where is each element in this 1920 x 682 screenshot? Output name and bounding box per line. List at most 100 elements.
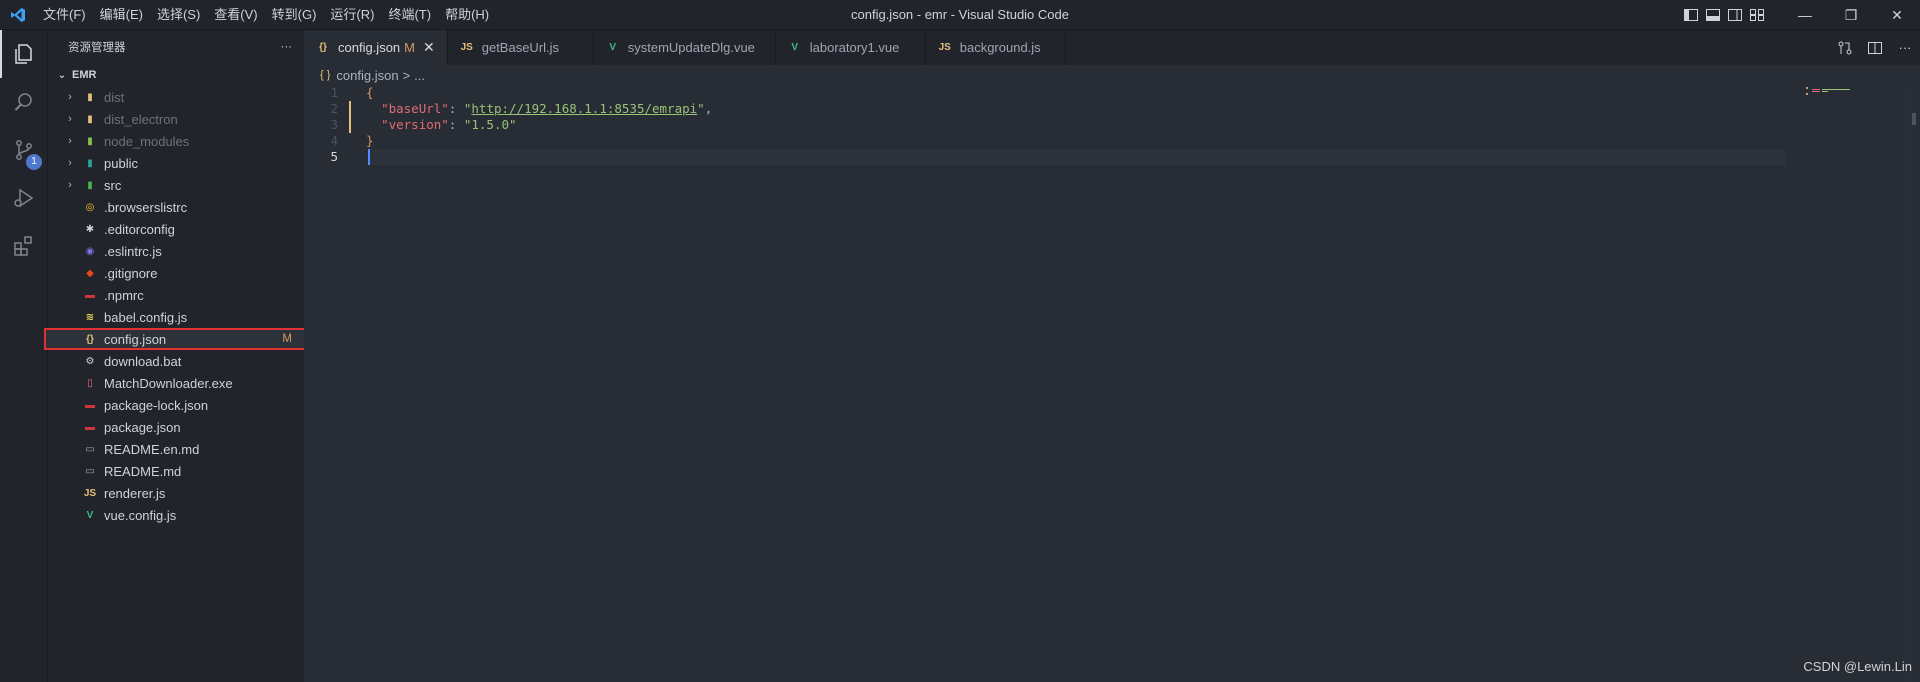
minimize-icon[interactable]: — <box>1782 0 1828 30</box>
title-bar: 文件(F) 编辑(E) 选择(S) 查看(V) 转到(G) 运行(R) 终端(T… <box>0 0 1920 30</box>
editorconfig-icon: ✱ <box>85 223 95 235</box>
tree-file-gitignore[interactable]: ◆ .gitignore <box>48 262 304 284</box>
json-key: "baseUrl" <box>381 101 449 116</box>
menu-run[interactable]: 运行(R) <box>323 0 381 30</box>
breadcrumb-more[interactable]: ... <box>414 68 425 83</box>
json-icon: {} <box>86 333 94 345</box>
tree-item-label: .eslintrc.js <box>104 243 162 259</box>
search-icon[interactable] <box>0 78 48 126</box>
tree-file-download-bat[interactable]: ⚙ download.bat <box>48 350 304 372</box>
tree-item-label: node_modules <box>104 133 190 149</box>
tree-file-npmrc[interactable]: ▬ .npmrc <box>48 284 304 306</box>
explorer-icon[interactable] <box>0 30 48 78</box>
tree-file-package-lock-json[interactable]: ▬ package-lock.json <box>48 394 304 416</box>
tree-item-label: package-lock.json <box>104 397 209 413</box>
tab-label: systemUpdateDlg.vue <box>627 40 755 55</box>
menu-help[interactable]: 帮助(H) <box>438 0 496 30</box>
tab-laboratory1-vue[interactable]: V laboratory1.vue <box>776 30 926 65</box>
tree-item-label: download.bat <box>104 353 182 369</box>
tree-file-readme-en-md[interactable]: ▭ README.en.md <box>48 438 304 460</box>
code-line: 3 "version": "1.5.0" <box>304 117 1920 133</box>
vertical-scrollbar[interactable] <box>1906 85 1920 682</box>
menu-bar: 文件(F) 编辑(E) 选择(S) 查看(V) 转到(G) 运行(R) 终端(T… <box>36 0 496 30</box>
vscode-logo-icon <box>0 0 36 30</box>
json-brace: { <box>366 85 374 100</box>
json-url-value[interactable]: http://192.168.1.1:8535/emrapi <box>471 101 697 116</box>
menu-go[interactable]: 转到(G) <box>265 0 324 30</box>
tree-file-vue-config-js[interactable]: Vvue.config.js <box>48 504 304 526</box>
chevron-right-icon: › <box>68 157 72 169</box>
tree-folder-dist-electron[interactable]: › ▮ dist_electron <box>48 108 304 130</box>
tree-item-label: package.json <box>104 419 181 435</box>
json-brace: } <box>366 133 374 148</box>
tab-getbaseurl-js[interactable]: JS getBaseUrl.js <box>448 30 594 65</box>
menu-file[interactable]: 文件(F) <box>36 0 93 30</box>
menu-terminal[interactable]: 终端(T) <box>381 0 438 30</box>
browserslist-icon: ◎ <box>85 201 95 213</box>
json-comma: , <box>704 101 713 116</box>
explorer-header: 资源管理器 ··· <box>48 30 304 64</box>
tree-file-package-json[interactable]: ▬ package.json <box>48 416 304 438</box>
menu-view[interactable]: 查看(V) <box>207 0 264 30</box>
tree-folder-src[interactable]: › ▮ src <box>48 174 304 196</box>
vue-icon: V <box>609 42 617 53</box>
tree-file-eslintrc-js[interactable]: ◉ .eslintrc.js <box>48 240 304 262</box>
tab-config-json[interactable]: {} config.json M ✕ <box>304 30 448 65</box>
run-debug-icon[interactable] <box>0 174 48 222</box>
public-folder-icon: ▮ <box>87 157 93 169</box>
markdown-icon: ▭ <box>85 443 95 455</box>
restore-icon[interactable]: ❐ <box>1828 0 1874 30</box>
close-icon[interactable]: ✕ <box>423 39 435 56</box>
tree-file-browserslistrc[interactable]: ◎ .browserslistrc <box>48 196 304 218</box>
file-tree: › ▮ dist › ▮ dist_electron › ▮ node_modules › ▮ pub… <box>44 86 308 526</box>
tree-item-label: src <box>104 177 122 193</box>
code-line: 4 } <box>304 133 1920 149</box>
markdown-icon: ▭ <box>85 465 95 477</box>
scm-badge: 1 <box>26 154 42 170</box>
extensions-icon[interactable] <box>0 222 48 270</box>
workspace-root[interactable]: ⌄ EMR <box>48 64 304 86</box>
close-window-icon[interactable]: ✕ <box>1874 0 1920 30</box>
customize-layout-icon[interactable] <box>1746 0 1768 30</box>
code-line: 1 { <box>304 85 1920 101</box>
js-icon: JS <box>460 42 473 53</box>
breadcrumb-file[interactable]: config.json <box>336 68 398 83</box>
npm-icon: ▬ <box>85 399 95 411</box>
menu-selection[interactable]: 选择(S) <box>150 0 207 30</box>
tree-folder-dist[interactable]: › ▮ dist <box>48 86 304 108</box>
tab-background-js[interactable]: JS background.js <box>926 30 1066 65</box>
tree-file-config-json[interactable]: {} config.json M <box>44 328 308 350</box>
more-actions-icon[interactable]: ··· <box>281 41 293 53</box>
json-icon: { } <box>320 69 331 81</box>
babel-icon: ≋ <box>85 311 95 323</box>
menu-edit[interactable]: 编辑(E) <box>93 0 150 30</box>
scrollbar-marker <box>1912 113 1916 125</box>
json-quote: " <box>697 101 705 116</box>
tree-item-label: README.en.md <box>104 441 200 457</box>
chevron-right-icon: › <box>68 135 72 147</box>
open-changes-icon[interactable] <box>1830 40 1860 56</box>
tree-file-editorconfig[interactable]: ✱ .editorconfig <box>48 218 304 240</box>
tree-file-renderer-js[interactable]: JS renderer.js <box>48 482 304 504</box>
tree-item-label: vue.config.js <box>104 507 177 523</box>
tree-folder-node-modules[interactable]: › ▮ node_modules <box>48 130 304 152</box>
toggle-sidebar-icon[interactable] <box>1680 0 1702 30</box>
workspace-root-label: EMR <box>72 69 97 81</box>
minimap[interactable] <box>1806 85 1906 115</box>
source-control-icon[interactable]: 1 <box>0 126 48 174</box>
toggle-panel-icon[interactable] <box>1702 0 1724 30</box>
tab-systemupdatedlg-vue[interactable]: V systemUpdateDlg.vue <box>594 30 776 65</box>
tab-label: getBaseUrl.js <box>481 40 560 55</box>
tree-file-babel-config-js[interactable]: ≋ babel.config.js <box>48 306 304 328</box>
more-actions-icon[interactable]: ··· <box>1890 40 1920 55</box>
src-folder-icon: ▮ <box>87 179 93 191</box>
tree-file-matchdownloader-exe[interactable]: ▯ MatchDownloader.exe <box>48 372 304 394</box>
code-editor[interactable]: 1 { 2 "baseUrl": "http://192.168.1.1:853… <box>304 85 1920 165</box>
tree-item-label: .editorconfig <box>104 221 175 237</box>
toggle-secondary-sidebar-icon[interactable] <box>1724 0 1746 30</box>
split-editor-icon[interactable] <box>1860 40 1890 56</box>
json-colon: : <box>448 117 464 132</box>
tree-folder-public[interactable]: › ▮ public <box>48 152 304 174</box>
tree-item-label: .gitignore <box>104 265 158 281</box>
tree-file-readme-md[interactable]: ▭ README.md <box>48 460 304 482</box>
